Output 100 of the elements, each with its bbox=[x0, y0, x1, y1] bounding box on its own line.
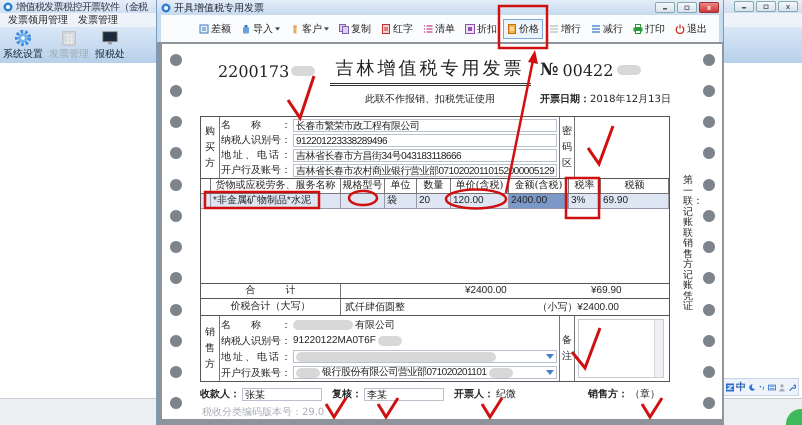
punch-hole bbox=[170, 272, 182, 284]
punch-hole bbox=[702, 241, 714, 254]
person-icon bbox=[290, 24, 300, 34]
toolbar-button[interactable]: 折扣 bbox=[461, 18, 501, 39]
text-field[interactable]: 吉林省长春市方昌街34号043183118666 bbox=[293, 148, 557, 162]
toolbar-button[interactable]: 差额 bbox=[195, 18, 235, 39]
toolbar-button[interactable]: 价格 bbox=[503, 18, 543, 39]
number-sign: № bbox=[540, 60, 558, 80]
signature-value: 纪微 bbox=[496, 388, 516, 401]
highlight-rectangle bbox=[498, 4, 548, 50]
punch-hole bbox=[170, 397, 182, 410]
scrollbar[interactable] bbox=[654, 320, 663, 377]
minimize-button[interactable] bbox=[734, 1, 754, 12]
wrench-icon bbox=[788, 382, 796, 392]
field-label: 名称： bbox=[221, 119, 291, 132]
check-mark bbox=[640, 397, 664, 420]
menu-item[interactable]: 发票领用管理 bbox=[8, 13, 68, 27]
signature-label: 开票人： bbox=[454, 388, 494, 401]
toolbar-button[interactable]: 增行 bbox=[545, 18, 585, 39]
app-logo-icon bbox=[161, 2, 171, 13]
field-label: 开户行及账号： bbox=[221, 164, 291, 177]
field-value: 91220122MA0T6F bbox=[293, 335, 376, 346]
redacted-block bbox=[291, 66, 316, 76]
redacted-block bbox=[617, 65, 642, 75]
signature-value: （章） bbox=[630, 388, 660, 401]
field-label: 地址、电话： bbox=[221, 350, 291, 364]
table-cell[interactable]: 69.90 bbox=[601, 194, 669, 209]
close-button[interactable] bbox=[699, 2, 719, 14]
punch-hole bbox=[702, 304, 714, 316]
toolbar-button[interactable]: 导入 bbox=[237, 18, 284, 39]
toolbar-button[interactable]: 红字 bbox=[377, 18, 417, 39]
check-mark bbox=[324, 397, 348, 420]
box-icon bbox=[465, 24, 475, 34]
section-label: 备注 bbox=[559, 316, 575, 381]
toolbar-button[interactable]: 系统设置 bbox=[2, 29, 44, 61]
copy-icon bbox=[339, 24, 349, 34]
check-mark bbox=[480, 397, 504, 420]
invoice-title: 吉林增值税专用发票 bbox=[330, 56, 530, 86]
person-icon bbox=[778, 382, 786, 392]
restore-button[interactable] bbox=[756, 1, 776, 12]
minimize-button[interactable] bbox=[655, 2, 675, 14]
signature-label: 复核： bbox=[332, 388, 362, 401]
remove-row-icon bbox=[591, 24, 601, 34]
toolbar-button[interactable]: 复制 bbox=[335, 18, 375, 39]
punch-hole bbox=[702, 116, 714, 128]
close-button[interactable] bbox=[778, 1, 798, 12]
printer-icon bbox=[633, 24, 643, 34]
grid-document-icon bbox=[60, 29, 78, 47]
punch-hole bbox=[170, 304, 182, 316]
punch-hole bbox=[702, 178, 714, 191]
toolbar-button[interactable]: 退出 bbox=[671, 18, 711, 39]
toolbar-button[interactable]: 清单 bbox=[419, 18, 459, 39]
field-label: 地址、电话： bbox=[221, 148, 291, 162]
document-icon bbox=[199, 24, 209, 34]
monitor-icon bbox=[101, 29, 119, 47]
toolbar-button[interactable]: 减行 bbox=[587, 18, 627, 39]
ime-mode-label[interactable]: 中 bbox=[736, 380, 746, 394]
toolbar-button[interactable]: 客户 bbox=[286, 18, 333, 39]
menu-item[interactable]: 发票管理 bbox=[78, 13, 118, 27]
moon-icon bbox=[748, 382, 756, 392]
punch-hole bbox=[170, 210, 182, 222]
window-title: 增值税发票税控开票软件（金税 bbox=[16, 0, 148, 14]
field-label: 名称： bbox=[221, 318, 291, 332]
section-label: 销售方 bbox=[201, 316, 220, 381]
table-cell[interactable]: 20 bbox=[417, 194, 451, 209]
text-field[interactable]: 李某 bbox=[364, 388, 444, 400]
table-cell[interactable]: 3% bbox=[569, 194, 601, 209]
text-field[interactable]: 张某 bbox=[242, 388, 322, 400]
text-field[interactable]: 长春市繁荣市政工程有限公司 bbox=[293, 118, 557, 132]
punch-hole bbox=[702, 54, 714, 66]
punch-hole bbox=[170, 334, 182, 347]
section-label: 密码区 bbox=[559, 117, 575, 178]
text-field[interactable]: 912201223338289496 bbox=[293, 134, 557, 146]
toolbar-button[interactable]: 报税处 bbox=[94, 29, 126, 61]
highlight-rectangle bbox=[564, 176, 600, 220]
punch-hole bbox=[702, 334, 714, 347]
dropdown-field[interactable] bbox=[293, 350, 557, 363]
ime-logo-icon bbox=[726, 382, 734, 392]
punch-hole bbox=[702, 84, 714, 97]
field-label: 纳税人识别号： bbox=[221, 134, 291, 147]
add-row-icon bbox=[549, 24, 559, 34]
dropdown-arrow-icon[interactable] bbox=[546, 370, 554, 375]
maximize-button[interactable] bbox=[677, 2, 697, 14]
remarks-field[interactable] bbox=[578, 319, 664, 378]
field-label: 纳税人识别号： bbox=[221, 334, 291, 348]
app-logo-icon bbox=[3, 2, 13, 12]
punch-hole bbox=[702, 272, 714, 284]
invoice-number: 00422 bbox=[562, 60, 614, 80]
highlight-ellipse bbox=[444, 188, 508, 210]
table-cell[interactable]: 袋 bbox=[385, 194, 417, 209]
invoice-notice: 此联不作报销、扣税凭证使用 bbox=[365, 92, 495, 106]
gear-icon bbox=[14, 29, 32, 47]
punch-hole bbox=[170, 366, 182, 378]
toolbar-button[interactable]: 打印 bbox=[629, 18, 669, 39]
signature-label: 收款人： bbox=[200, 388, 240, 401]
invoice-code: 2200173 bbox=[218, 62, 290, 80]
field-value: 有限公司 bbox=[355, 318, 395, 332]
table-cell[interactable]: 2400.00 bbox=[509, 194, 569, 209]
field-label: 开户行及账号： bbox=[221, 366, 291, 380]
dropdown-arrow-icon[interactable] bbox=[546, 354, 554, 359]
